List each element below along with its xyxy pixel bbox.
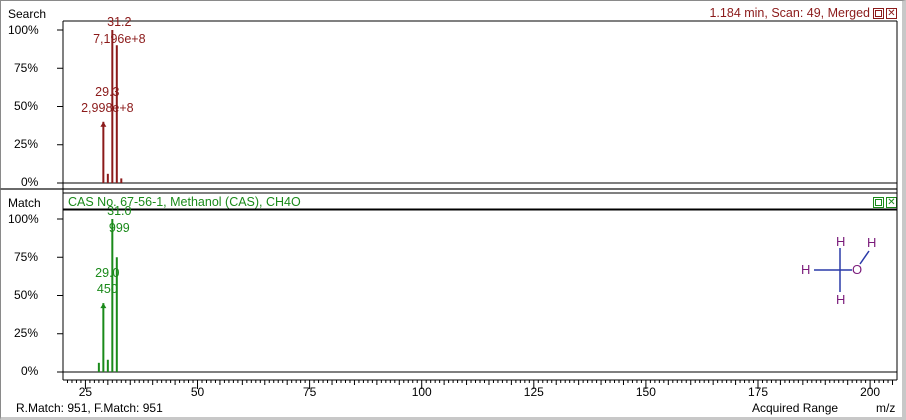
match-header-box	[62, 192, 898, 210]
match-ytick-marks	[57, 218, 63, 373]
match-peak-mz-label: 31.0	[107, 204, 131, 218]
atom-h-hydroxyl: H	[867, 235, 876, 250]
x-tick-label: 100	[412, 385, 432, 399]
search-peak-marker	[100, 121, 107, 127]
atom-o: O	[852, 262, 862, 277]
match-spectrum: 31.0 999 29.0 450	[95, 204, 132, 372]
search-peak-mz-label: 29.3	[95, 85, 119, 99]
x-tick-label: 150	[636, 385, 656, 399]
x-tick-label: 75	[303, 385, 317, 399]
x-tick-label: 50	[191, 385, 205, 399]
spectrum-chart: 25 50 75 100 125 150 175 200 31.2 7,196e+8 29.3 2,…	[0, 15, 898, 399]
atom-h-bottom: H	[836, 292, 845, 307]
search-spectrum: 31.2 7,196e+8 29.3 2,998e+8	[81, 15, 146, 183]
x-tick-label: 125	[524, 385, 544, 399]
atom-h-top: H	[836, 234, 845, 249]
match-peak-intensity-label: 450	[97, 282, 118, 296]
methanol-structure: H H H O H	[801, 234, 876, 307]
match-peak-intensity-label: 999	[109, 221, 130, 235]
search-peak-mz-label: 31.2	[107, 15, 131, 29]
x-tick-label: 175	[748, 385, 768, 399]
x-tick-label: 200	[860, 385, 880, 399]
x-axis-ticks: 25 50 75 100 125 150 175 200	[66, 380, 894, 399]
match-peak-mz-label: 29.0	[95, 266, 119, 280]
search-peak-intensity-label: 7,196e+8	[93, 32, 146, 46]
x-tick-label: 25	[79, 385, 93, 399]
search-ytick-marks	[57, 29, 63, 184]
search-peak-intensity-label: 2,998e+8	[81, 101, 134, 115]
atom-h-left: H	[801, 262, 810, 277]
match-peak-marker	[100, 303, 107, 309]
